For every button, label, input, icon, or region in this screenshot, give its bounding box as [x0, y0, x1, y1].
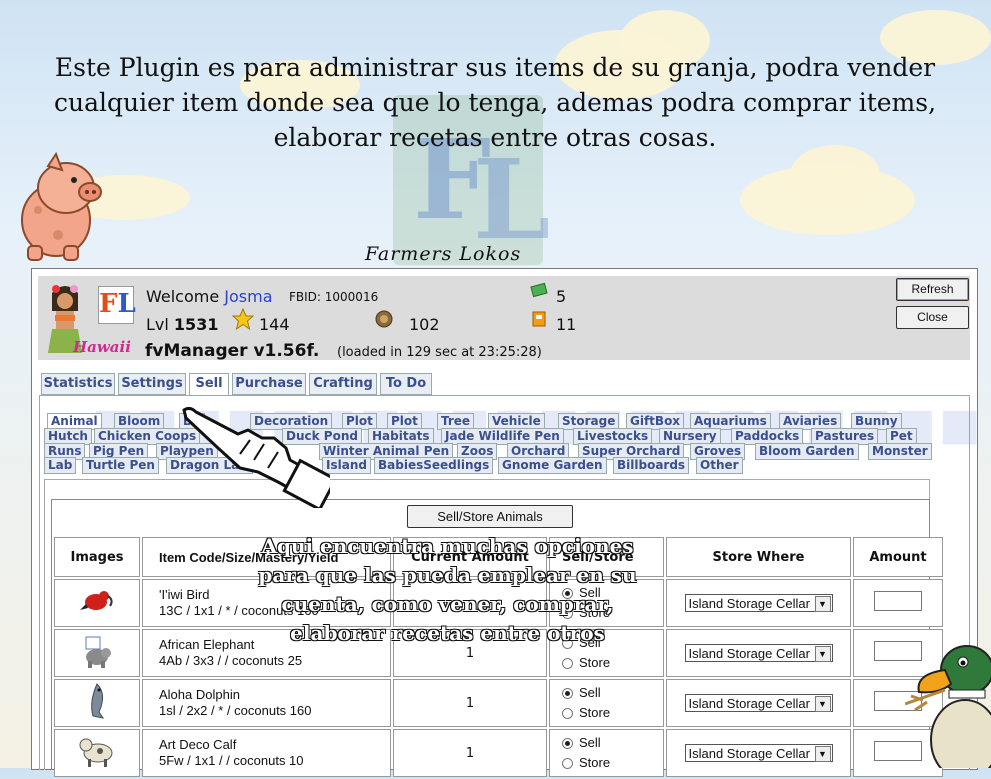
farmers-lokos-signature: Farmers Lokos: [365, 243, 522, 265]
fuel-icon: [532, 311, 546, 327]
item-info: Aloha Dolphin 1sl / 2x2 / * / coconuts 1…: [142, 679, 391, 727]
subtab-other[interactable]: Other: [696, 457, 743, 474]
welcome-text: Welcome Josma: [146, 287, 273, 306]
stars-count: 144: [259, 315, 290, 334]
fuel-count: 11: [556, 315, 577, 334]
sell-radio[interactable]: Sell: [562, 733, 662, 753]
current-amount: 1: [393, 729, 547, 777]
chevron-down-icon[interactable]: ▼: [814, 596, 831, 612]
hawaii-badge: Hawaii: [73, 338, 131, 356]
refresh-button[interactable]: Refresh: [896, 278, 969, 301]
table-row: Aloha Dolphin 1sl / 2x2 / * / coconuts 1…: [54, 679, 943, 727]
table-row: Art Deco Calf 5Fw / 1x1 / / coconuts 10 …: [54, 729, 943, 777]
chevron-down-icon[interactable]: ▼: [814, 746, 831, 762]
tab-settings[interactable]: Settings: [118, 373, 186, 395]
cash-count: 5: [556, 287, 567, 306]
forum-banner: FL Este Plugin es para administrar sus i…: [0, 0, 991, 268]
amount-input[interactable]: [874, 591, 922, 611]
pig-icon: [21, 151, 102, 261]
sell-store-options: Sell Store: [549, 679, 664, 727]
subtab-monster[interactable]: Monster: [868, 443, 932, 460]
loaded-info: (loaded in 129 sec at 23:25:28): [337, 345, 542, 360]
item-image: [54, 629, 140, 677]
duck-icon: [905, 645, 991, 768]
fl-badge-icon: FL: [98, 286, 136, 324]
amount-cell: [853, 579, 943, 627]
store-radio[interactable]: Store: [562, 653, 662, 673]
coins-count: 102: [409, 315, 440, 334]
sell-radio[interactable]: Sell: [562, 683, 662, 703]
header-images: Images: [54, 537, 140, 577]
item-details: 5Fw / 1x1 / / coconuts 10: [159, 753, 304, 768]
tab-crafting[interactable]: Crafting: [309, 373, 377, 395]
subtab-lab[interactable]: Lab: [44, 457, 77, 474]
star-icon: [232, 308, 254, 330]
item-name: Art Deco Calf: [159, 737, 237, 752]
subtab-billboards[interactable]: Billboards: [613, 457, 690, 474]
item-details: 1sl / 2x2 / * / coconuts 160: [159, 703, 312, 718]
header-amount: Amount: [853, 537, 943, 577]
dolphin-icon: [91, 683, 105, 719]
close-button[interactable]: Close: [896, 306, 969, 329]
header-store-where: Store Where: [666, 537, 851, 577]
header-bar: FL Hawaii Welcome Josma FBID: 1000016 Lv…: [38, 276, 970, 361]
calf-icon: [79, 738, 113, 767]
radio-icon[interactable]: [562, 758, 573, 770]
store-where-select[interactable]: Island Storage Cellar ▼: [684, 594, 833, 612]
store-where-select[interactable]: Island Storage Cellar ▼: [684, 744, 833, 762]
store-where-select[interactable]: Island Storage Cellar ▼: [684, 694, 833, 712]
chevron-down-icon[interactable]: ▼: [814, 646, 831, 662]
tab-sell[interactable]: Sell: [189, 373, 229, 396]
item-info: Art Deco Calf 5Fw / 1x1 / / coconuts 10: [142, 729, 391, 777]
red-bird-icon: [80, 591, 113, 610]
store-where-cell: Island Storage Cellar ▼: [666, 729, 851, 777]
subtab-turtle-pen[interactable]: Turtle Pen: [82, 457, 159, 474]
item-name: Aloha Dolphin: [159, 687, 240, 702]
radio-icon[interactable]: [562, 688, 573, 700]
pointing-hand-icon: [182, 406, 330, 508]
fvmanager-window: FL Hawaii Welcome Josma FBID: 1000016 Lv…: [31, 268, 980, 777]
sell-store-options: Sell Store: [549, 729, 664, 777]
tab-purchase[interactable]: Purchase: [232, 373, 306, 395]
tab-todo[interactable]: To Do: [380, 373, 432, 395]
current-amount: 1: [393, 679, 547, 727]
fbid: FBID: 1000016: [289, 290, 379, 304]
item-image: [54, 579, 140, 627]
store-where-select[interactable]: Island Storage Cellar ▼: [684, 644, 833, 662]
coin-icon: [375, 310, 393, 328]
user-name[interactable]: Josma: [224, 287, 272, 306]
chevron-down-icon[interactable]: ▼: [814, 696, 831, 712]
item-details: 4Ab / 3x3 / / coconuts 25: [159, 653, 303, 668]
level-display: Lvl 1531: [146, 315, 219, 334]
radio-icon[interactable]: [562, 708, 573, 720]
store-where-cell: Island Storage Cellar ▼: [666, 579, 851, 627]
subtab-bloom-garden[interactable]: Bloom Garden: [755, 443, 859, 460]
subtab-babiesseedlings[interactable]: BabiesSeedlings: [374, 457, 494, 474]
store-radio[interactable]: Store: [562, 753, 662, 773]
tab-statistics[interactable]: Statistics: [41, 373, 115, 395]
app-title: fvManager v1.56f.: [145, 341, 320, 361]
store-radio[interactable]: Store: [562, 703, 662, 723]
cash-icon: [530, 282, 548, 298]
store-where-cell: Island Storage Cellar ▼: [666, 679, 851, 727]
subtab-gnome-garden[interactable]: Gnome Garden: [498, 457, 607, 474]
annotation-overlay-text: Aqui encuentra muchas opciones para que …: [258, 534, 637, 645]
sell-store-animals-button[interactable]: Sell/Store Animals: [407, 505, 573, 528]
item-image: [54, 729, 140, 777]
radio-icon[interactable]: [562, 738, 573, 750]
banner-description: Este Plugin es para administrar sus item…: [53, 53, 937, 152]
store-where-cell: Island Storage Cellar ▼: [666, 629, 851, 677]
item-image: [54, 679, 140, 727]
radio-icon[interactable]: [562, 658, 573, 670]
elephant-icon: [85, 636, 111, 668]
